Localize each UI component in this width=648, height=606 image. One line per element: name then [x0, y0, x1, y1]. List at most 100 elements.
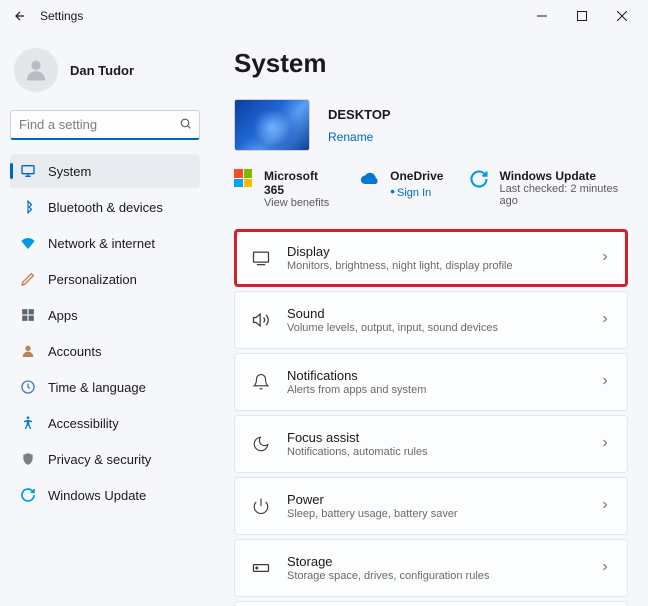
chevron-right-icon	[599, 561, 611, 576]
card-subtitle: Alerts from apps and system	[287, 384, 583, 396]
rename-link[interactable]: Rename	[328, 130, 373, 144]
status-winupdate[interactable]: Windows UpdateLast checked: 2 minutes ag…	[469, 169, 628, 209]
status-title: Microsoft 365	[264, 169, 334, 197]
m365-icon	[234, 169, 254, 189]
status-onedrive[interactable]: OneDrive•Sign In	[360, 169, 443, 209]
status-sub: View benefits	[264, 197, 334, 209]
status-m365[interactable]: Microsoft 365View benefits	[234, 169, 334, 209]
sidebar-item-label: Privacy & security	[48, 452, 151, 467]
sound-icon	[251, 310, 271, 330]
chevron-right-icon	[599, 499, 611, 514]
profile[interactable]: Dan Tudor	[10, 40, 200, 110]
person-icon	[22, 56, 50, 84]
card-title: Notifications	[287, 368, 583, 383]
card-notifications[interactable]: NotificationsAlerts from apps and system	[234, 353, 628, 411]
sidebar-item-accounts[interactable]: Accounts	[10, 334, 200, 368]
hero: DESKTOP Rename	[234, 99, 628, 151]
system-icon	[20, 163, 36, 179]
sidebar-item-label: Personalization	[48, 272, 137, 287]
status-title: OneDrive	[390, 169, 443, 183]
apps-icon	[20, 307, 36, 323]
sidebar-item-label: Accessibility	[48, 416, 119, 431]
chevron-right-icon	[599, 375, 611, 390]
avatar	[14, 48, 58, 92]
card-subtitle: Monitors, brightness, night light, displ…	[287, 260, 583, 272]
card-sound[interactable]: SoundVolume levels, output, input, sound…	[234, 291, 628, 349]
accounts-icon	[20, 343, 36, 359]
network-icon	[20, 235, 36, 251]
sidebar-item-system[interactable]: System	[10, 154, 200, 188]
sidebar-item-label: System	[48, 164, 91, 179]
window-controls	[522, 2, 642, 30]
sidebar-item-personalization[interactable]: Personalization	[10, 262, 200, 296]
maximize-icon	[577, 11, 587, 21]
chevron-right-icon	[599, 437, 611, 452]
sidebar-item-label: Windows Update	[48, 488, 146, 503]
focus-icon	[251, 434, 271, 454]
status-title: Windows Update	[499, 169, 628, 183]
chevron-right-icon	[599, 313, 611, 328]
bluetooth-icon	[20, 199, 36, 215]
update-icon	[20, 487, 36, 503]
close-icon	[617, 11, 627, 21]
desktop-thumbnail[interactable]	[234, 99, 310, 151]
status-sub[interactable]: •Sign In	[390, 183, 443, 199]
cards-list: DisplayMonitors, brightness, night light…	[234, 229, 628, 606]
card-title: Focus assist	[287, 430, 583, 445]
card-subtitle: Sleep, battery usage, battery saver	[287, 508, 583, 520]
status-sub: Last checked: 2 minutes ago	[499, 183, 628, 207]
page-title: System	[234, 48, 628, 79]
arrow-left-icon	[13, 9, 27, 23]
sidebar-item-time[interactable]: Time & language	[10, 370, 200, 404]
card-title: Storage	[287, 554, 583, 569]
maximize-button[interactable]	[562, 2, 602, 30]
search-input[interactable]	[10, 110, 200, 140]
personalization-icon	[20, 271, 36, 287]
nav: System Bluetooth & devices Network & inter…	[10, 154, 200, 512]
sidebar-item-privacy[interactable]: Privacy & security	[10, 442, 200, 476]
power-icon	[251, 496, 271, 516]
accessibility-icon	[20, 415, 36, 431]
sidebar-item-accessibility[interactable]: Accessibility	[10, 406, 200, 440]
search-icon	[179, 117, 192, 133]
profile-name: Dan Tudor	[70, 63, 134, 78]
card-subtitle: Notifications, automatic rules	[287, 446, 583, 458]
notifications-icon	[251, 372, 271, 392]
card-power[interactable]: PowerSleep, battery usage, battery saver	[234, 477, 628, 535]
window-title: Settings	[40, 9, 83, 23]
privacy-icon	[20, 451, 36, 467]
status-row: Microsoft 365View benefits OneDrive•Sign …	[234, 169, 628, 209]
card-storage[interactable]: StorageStorage space, drives, configurat…	[234, 539, 628, 597]
sidebar-item-label: Bluetooth & devices	[48, 200, 163, 215]
display-icon	[251, 248, 271, 268]
sidebar-item-update[interactable]: Windows Update	[10, 478, 200, 512]
onedrive-icon	[360, 169, 380, 189]
minimize-icon	[537, 11, 547, 21]
sidebar-item-label: Accounts	[48, 344, 101, 359]
main: System DESKTOP Rename Microsoft 365View …	[210, 32, 648, 606]
back-button[interactable]	[6, 2, 34, 30]
card-display[interactable]: DisplayMonitors, brightness, night light…	[234, 229, 628, 287]
search-wrap	[10, 110, 200, 140]
device-name: DESKTOP	[328, 107, 391, 122]
card-subtitle: Storage space, drives, configuration rul…	[287, 570, 583, 582]
hero-info: DESKTOP Rename	[328, 107, 391, 144]
card-subtitle: Volume levels, output, input, sound devi…	[287, 322, 583, 334]
storage-icon	[251, 558, 271, 578]
time-icon	[20, 379, 36, 395]
close-button[interactable]	[602, 2, 642, 30]
minimize-button[interactable]	[522, 2, 562, 30]
titlebar: Settings	[0, 0, 648, 32]
card-title: Display	[287, 244, 583, 259]
card-focus[interactable]: Focus assistNotifications, automatic rul…	[234, 415, 628, 473]
sidebar-item-label: Apps	[48, 308, 78, 323]
sidebar-item-bluetooth[interactable]: Bluetooth & devices	[10, 190, 200, 224]
chevron-right-icon	[599, 251, 611, 266]
sidebar-item-label: Network & internet	[48, 236, 155, 251]
sidebar-item-label: Time & language	[48, 380, 146, 395]
sidebar-item-apps[interactable]: Apps	[10, 298, 200, 332]
card-title: Power	[287, 492, 583, 507]
sidebar-item-network[interactable]: Network & internet	[10, 226, 200, 260]
winupdate-icon	[469, 169, 489, 189]
card-multitask[interactable]: MultitaskingSnap windows, desktops, task…	[234, 601, 628, 606]
